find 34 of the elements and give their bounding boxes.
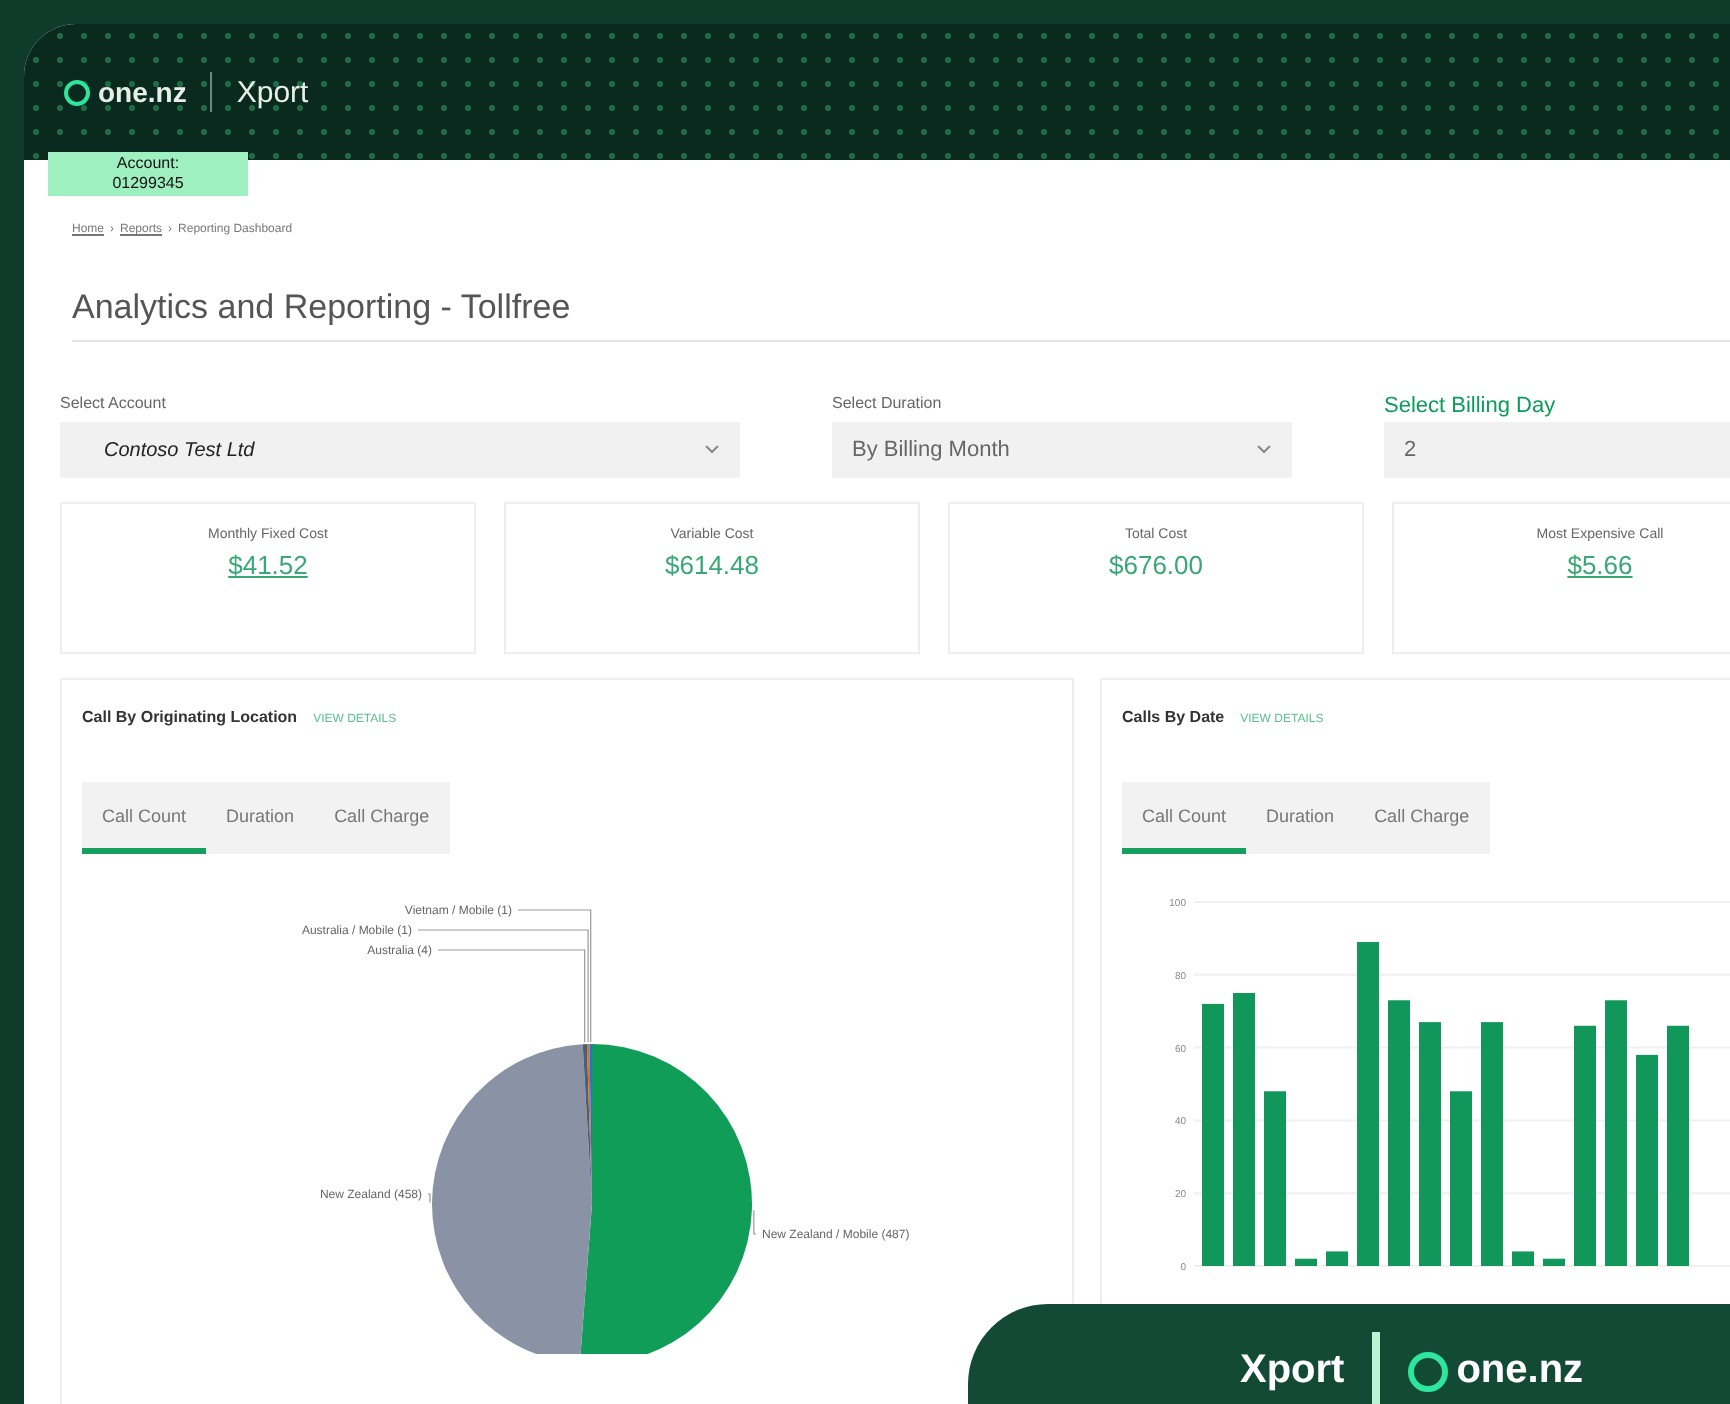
product-name: Xport — [236, 75, 309, 109]
leader-line — [427, 1193, 431, 1204]
page-title: Analytics and Reporting - Tollfree — [72, 288, 1730, 342]
dropdown-field[interactable]: Contoso Test Ltd — [60, 422, 740, 478]
bar — [1295, 1258, 1317, 1266]
chart-tab[interactable]: Call Charge — [1354, 782, 1490, 854]
chart-tab[interactable]: Call Count — [1122, 782, 1247, 854]
card-value[interactable]: $5.66 — [1567, 550, 1633, 580]
card-value[interactable]: $41.52 — [228, 550, 308, 580]
chart-tab[interactable]: Call Charge — [314, 782, 450, 854]
account-badge: Account: 01299345 — [48, 152, 248, 196]
chart-tab[interactable]: Call Count — [82, 782, 207, 854]
leader-line — [753, 1209, 757, 1235]
card-value: $676.00 — [1109, 550, 1203, 580]
bar — [1543, 1258, 1565, 1266]
caret-icon — [704, 444, 720, 456]
product-name: Xport — [1240, 1348, 1345, 1394]
chart-tab[interactable]: Duration — [206, 782, 315, 854]
field-label: Select Account — [60, 394, 166, 416]
card-value: $614.48 — [665, 550, 759, 580]
caret-icon — [1256, 444, 1272, 456]
brand-logo: one.nz — [1456, 1348, 1584, 1394]
panel-title: Calls By Date — [1122, 708, 1225, 726]
input-field[interactable]: 2 — [1384, 422, 1730, 478]
brand-logo: one.nz — [98, 76, 187, 108]
panel-title: Call By Originating Location — [82, 708, 298, 726]
ring-icon — [1408, 1351, 1449, 1391]
bar — [1326, 1251, 1348, 1266]
dropdown-field[interactable]: By Billing Month — [832, 422, 1292, 478]
field-label: Select Duration — [832, 394, 942, 416]
ring-icon — [64, 79, 90, 105]
bar — [1512, 1251, 1534, 1266]
field-label: Select Billing Day — [1384, 394, 1556, 422]
chart-tab[interactable]: Duration — [1246, 782, 1355, 854]
